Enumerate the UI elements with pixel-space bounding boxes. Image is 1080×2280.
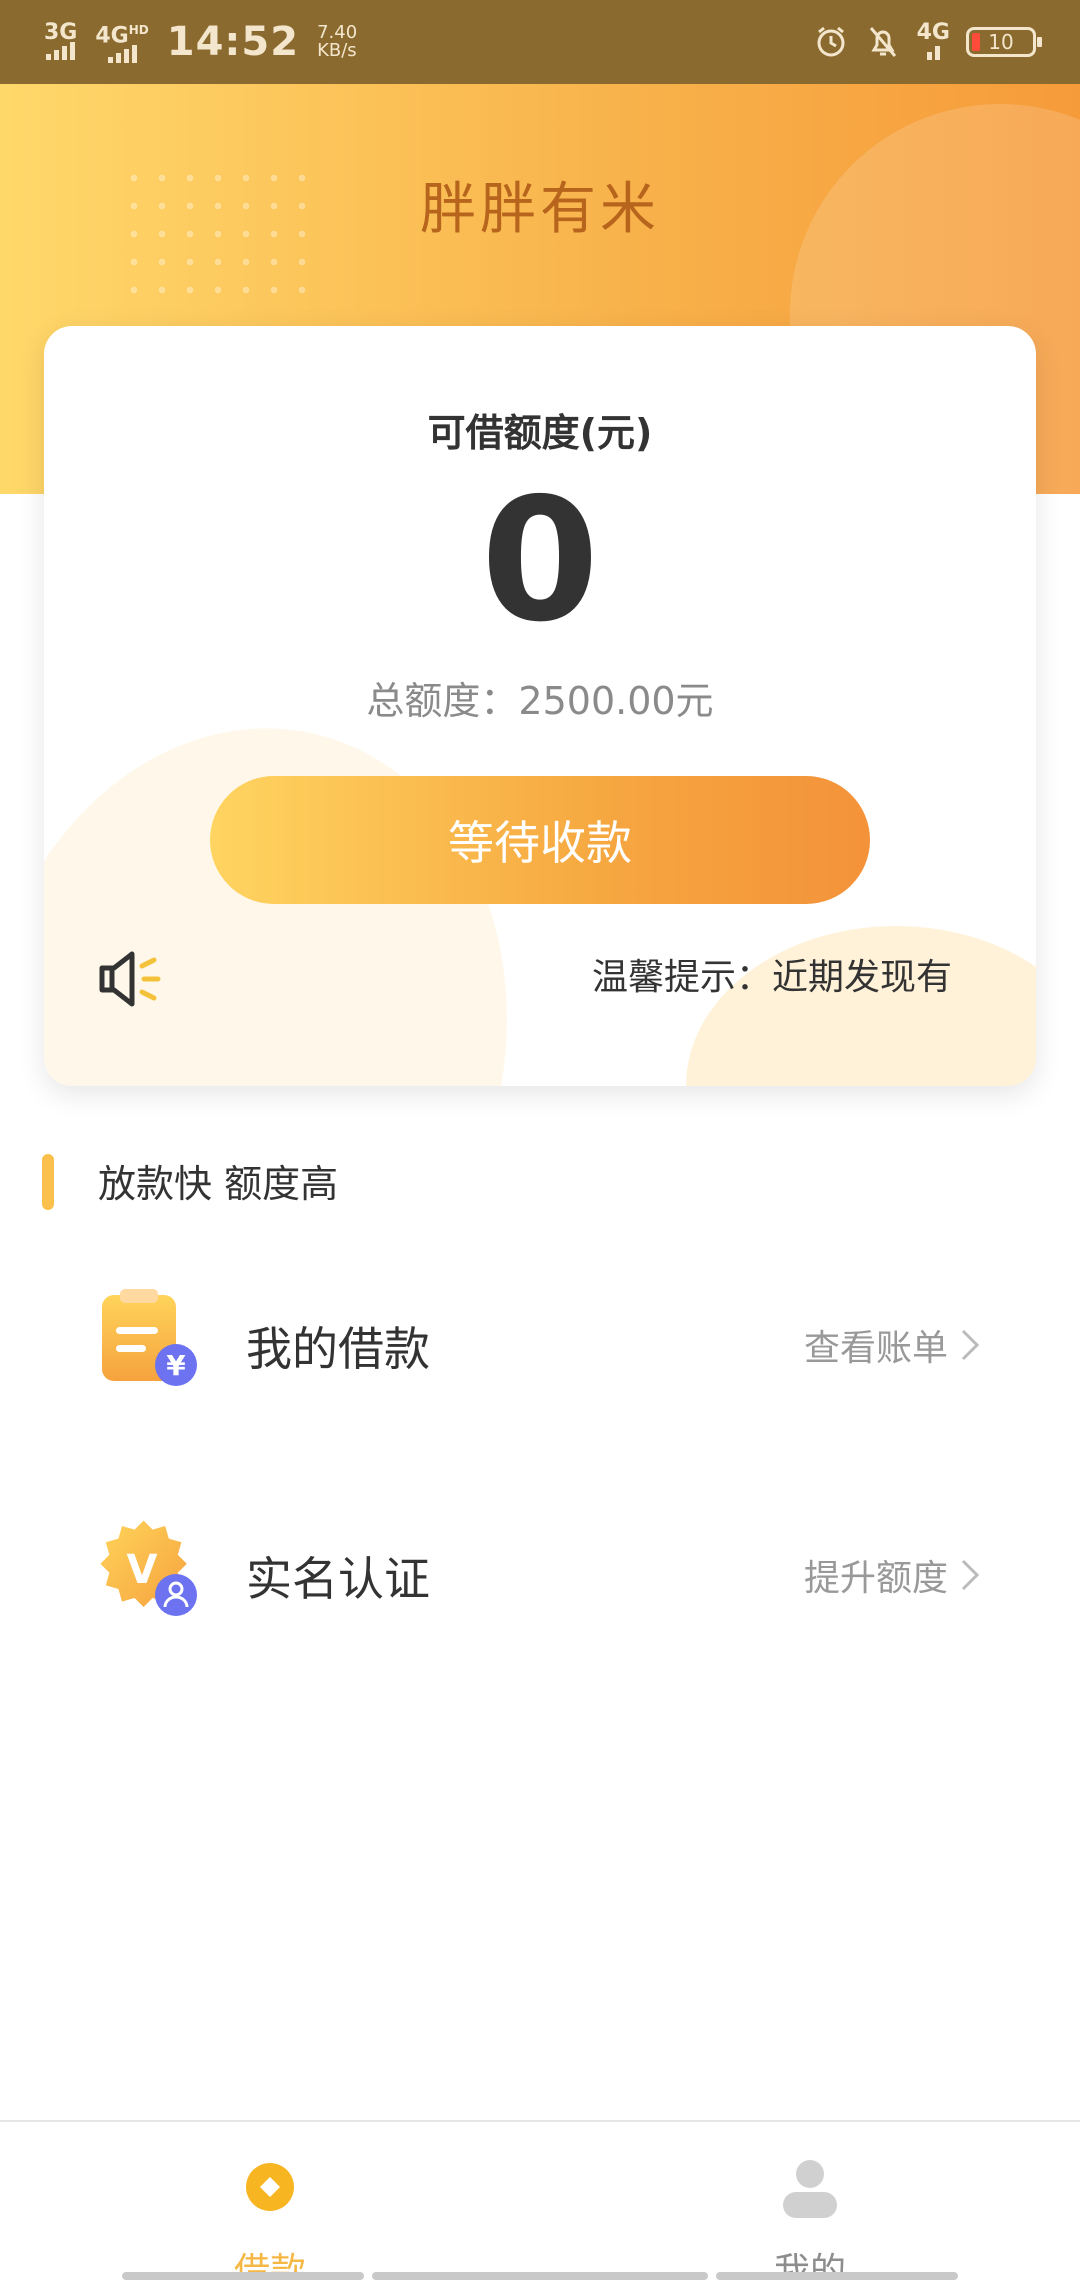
signal-3g: 3G xyxy=(44,20,78,60)
raise-limit-label: 提升额度 xyxy=(803,1558,948,1599)
signal-hd-badge: HD xyxy=(128,22,149,37)
svg-text:V: V xyxy=(127,1547,158,1593)
signal-4g: 4GHD xyxy=(95,21,149,64)
app-title: 胖胖有米 xyxy=(420,177,660,242)
verification-badge-icon: V xyxy=(100,1520,197,1616)
chevron-right-icon xyxy=(961,1559,980,1591)
signal-4g-right-label: 4G xyxy=(916,20,950,45)
speed-unit: KB/s xyxy=(317,40,357,61)
raise-limit-link[interactable]: 提升额度 xyxy=(804,1549,980,1601)
total-credit: 总额度：2500.00元 xyxy=(366,679,714,723)
gesture-bar-left xyxy=(122,2272,364,2280)
mute-bell-icon xyxy=(869,27,896,57)
battery-icon: 10 xyxy=(966,27,1042,57)
network-speed: 7.40 KB/s xyxy=(317,24,357,60)
list-item-real-name-verification[interactable]: V 实名认证 提升额度 xyxy=(0,1495,1080,1645)
notice-marquee[interactable]: 温馨提示：近期发现有 xyxy=(592,948,986,1008)
signal-3g-label: 3G xyxy=(44,20,78,45)
waiting-payment-button[interactable]: 等待收款 xyxy=(210,776,870,904)
signal-bars-icon xyxy=(46,42,76,60)
gesture-bar-center xyxy=(372,2272,708,2280)
loan-clipboard-icon: ¥ xyxy=(102,1289,197,1386)
status-right: 4G 10 xyxy=(813,20,1042,60)
speaker-icon xyxy=(99,951,161,1007)
user-icon xyxy=(783,2160,837,2218)
bottom-nav: 借款 我的 xyxy=(0,2120,1080,2280)
tab-loan[interactable]: 借款 xyxy=(170,2142,370,2280)
real-name-title: 实名认证 xyxy=(246,1552,430,1606)
section-title: 放款快 额度高 xyxy=(98,1162,339,1206)
signal-bars-icon xyxy=(926,42,940,60)
alarm-icon xyxy=(817,26,845,57)
svg-text:¥: ¥ xyxy=(166,1349,186,1382)
loan-coin-icon xyxy=(246,2163,294,2211)
available-credit-label: 可借额度(元) xyxy=(427,411,653,455)
battery-level: 10 xyxy=(988,30,1014,54)
my-loans-title: 我的借款 xyxy=(246,1322,430,1376)
section-accent-bar xyxy=(42,1154,54,1210)
credit-card: 可借额度(元) 0 总额度：2500.00元 等待收款 温馨提示：近期发现有 xyxy=(44,326,1036,1086)
clock: 14:52 xyxy=(166,19,300,65)
status-left: 3G 4GHD 14:52 7.40 KB/s xyxy=(44,19,357,65)
chevron-right-icon xyxy=(961,1329,980,1361)
signal-bars-icon xyxy=(107,45,137,64)
view-bill-link[interactable]: 查看账单 xyxy=(804,1319,980,1371)
signal-4g-right: 4G xyxy=(916,20,950,60)
view-bill-label: 查看账单 xyxy=(803,1328,948,1369)
available-credit-amount: 0 xyxy=(480,462,600,660)
list-item-my-loans[interactable]: ¥ 我的借款 查看账单 xyxy=(0,1265,1080,1415)
gesture-bar-right xyxy=(716,2272,958,2280)
status-bar: 3G 4GHD 14:52 7.40 KB/s 4G 10 xyxy=(0,0,1080,84)
tab-mine[interactable]: 我的 xyxy=(710,2142,910,2280)
